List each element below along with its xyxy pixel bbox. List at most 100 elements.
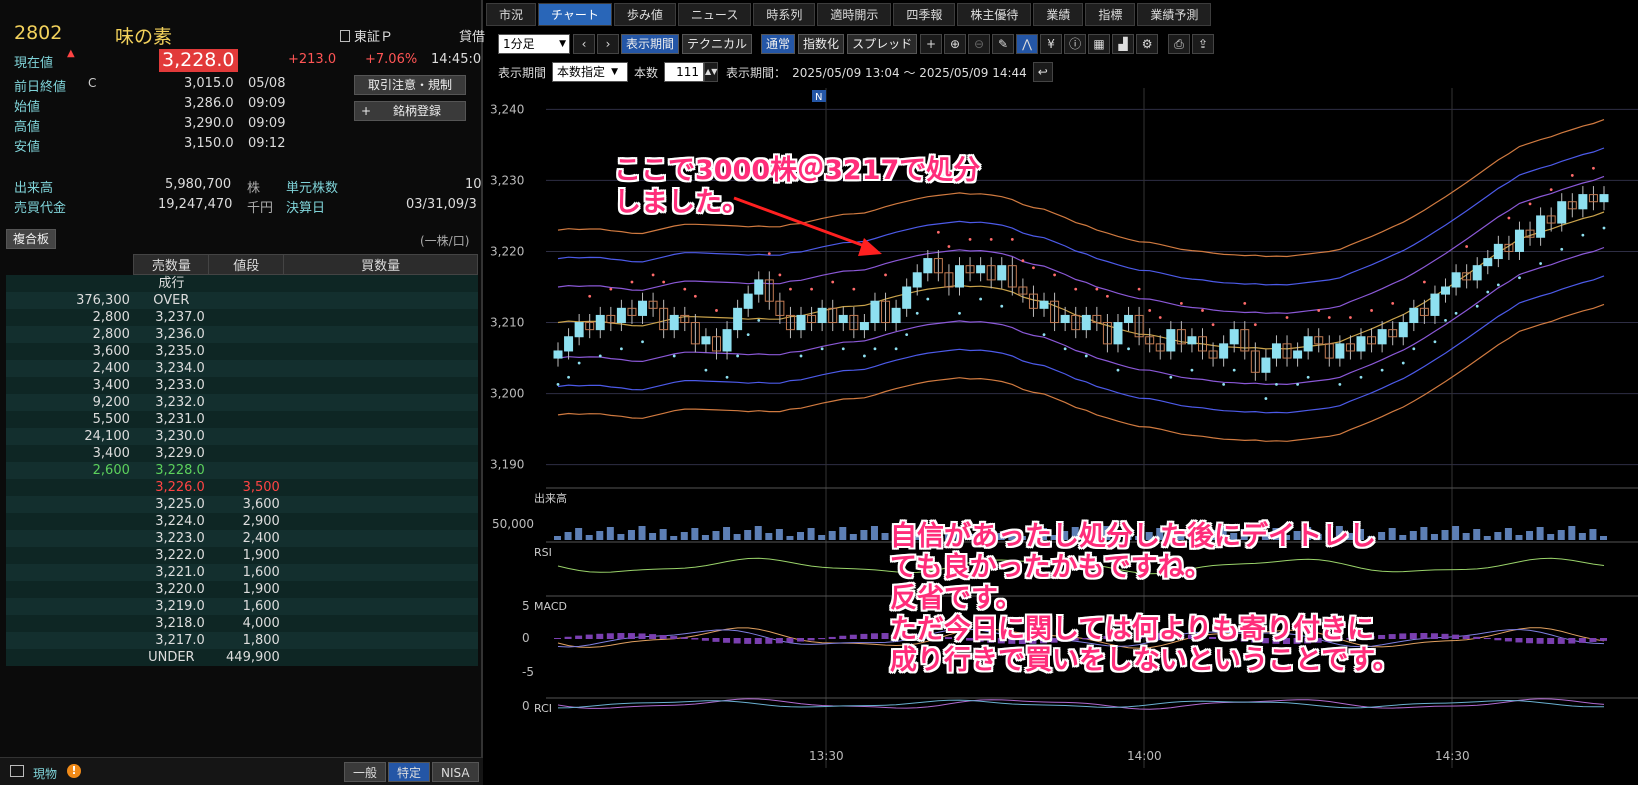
- board-row[interactable]: 3,222.0 1,900: [6, 547, 478, 564]
- board-sell-qty[interactable]: [6, 564, 134, 581]
- account-tab[interactable]: 特定: [388, 762, 431, 782]
- tab-5[interactable]: 適時開示: [817, 3, 892, 26]
- candle-body[interactable]: [1219, 343, 1229, 359]
- return-icon[interactable]: ↩: [1032, 62, 1053, 82]
- board-row[interactable]: 3,220.0 1,900: [6, 581, 478, 598]
- board-row[interactable]: 成行: [6, 274, 478, 292]
- board-price[interactable]: 3,234.0: [133, 360, 209, 377]
- candle-body[interactable]: [1514, 229, 1524, 252]
- board-buy-qty[interactable]: [208, 411, 284, 428]
- candle-body[interactable]: [669, 314, 679, 331]
- board-price[interactable]: 3,218.0: [133, 615, 209, 632]
- board-row[interactable]: 2,800 3,237.0: [6, 309, 478, 326]
- candle-body[interactable]: [743, 293, 753, 309]
- board-sell-qty[interactable]: [6, 581, 134, 598]
- candle-body[interactable]: [1039, 300, 1049, 309]
- board-buy-qty[interactable]: 4,000: [208, 615, 284, 632]
- index-mode-button[interactable]: 指数化: [798, 34, 845, 54]
- candle-body[interactable]: [817, 307, 827, 324]
- tab-10[interactable]: 業績予測: [1137, 3, 1212, 26]
- yen-icon[interactable]: ¥: [1040, 34, 1063, 54]
- board-price[interactable]: 3,237.0: [133, 309, 209, 326]
- board-row[interactable]: 2,600 3,228.0: [6, 462, 478, 479]
- pen-icon[interactable]: ✎: [992, 34, 1015, 54]
- board-buy-qty[interactable]: 1,900: [208, 547, 284, 564]
- candle-body[interactable]: [1472, 265, 1482, 281]
- board-row[interactable]: 24,100 3,230.0: [6, 428, 478, 445]
- register-stock-button[interactable]: + 銘柄登録: [354, 101, 466, 121]
- candle-body[interactable]: [912, 272, 922, 288]
- wrench-icon[interactable]: ⚙: [1136, 34, 1159, 54]
- board-buy-qty[interactable]: [208, 309, 284, 326]
- candle-body[interactable]: [1261, 357, 1271, 373]
- board-sell-qty[interactable]: [6, 615, 134, 632]
- candle-body[interactable]: [976, 265, 986, 274]
- bars-input[interactable]: 111: [664, 62, 705, 82]
- board-row[interactable]: 3,217.0 1,800: [6, 632, 478, 649]
- board-row[interactable]: 3,400 3,229.0: [6, 445, 478, 462]
- candle-body[interactable]: [1483, 258, 1493, 267]
- board-price[interactable]: OVER: [133, 292, 209, 309]
- candle-body[interactable]: [923, 258, 933, 274]
- board-price[interactable]: 成行: [133, 274, 209, 292]
- board-row[interactable]: 9,200 3,232.0: [6, 394, 478, 411]
- candle-body[interactable]: [722, 329, 732, 352]
- board-buy-qty[interactable]: 1,900: [208, 581, 284, 598]
- board-row[interactable]: 3,224.0 2,900: [6, 513, 478, 530]
- board-sell-qty[interactable]: 2,600: [6, 462, 134, 479]
- window-icon[interactable]: [10, 765, 24, 777]
- board-price[interactable]: 3,223.0: [133, 530, 209, 547]
- print-icon[interactable]: ⎙: [1168, 34, 1191, 54]
- board-row[interactable]: 3,221.0 1,600: [6, 564, 478, 581]
- candle-body[interactable]: [1335, 343, 1345, 359]
- candle-body[interactable]: [954, 265, 964, 288]
- board-row[interactable]: 3,400 3,233.0: [6, 377, 478, 394]
- board-price[interactable]: 3,232.0: [133, 394, 209, 411]
- candle-body[interactable]: [574, 322, 584, 338]
- candle-body[interactable]: [1599, 194, 1609, 203]
- candle-body[interactable]: [1303, 336, 1313, 352]
- board-sell-qty[interactable]: [6, 547, 134, 564]
- board-buy-qty[interactable]: 2,900: [208, 513, 284, 530]
- tab-0[interactable]: 市況: [486, 3, 537, 26]
- account-tab[interactable]: NISA: [432, 762, 479, 782]
- board-sell-qty[interactable]: 5,500: [6, 411, 134, 428]
- board-buy-qty[interactable]: 1,800: [208, 632, 284, 649]
- tab-4[interactable]: 時系列: [753, 3, 816, 26]
- candle-body[interactable]: [859, 322, 869, 331]
- board-sell-qty[interactable]: 2,800: [6, 326, 134, 343]
- normal-mode-button[interactable]: 通常: [761, 34, 796, 54]
- board-buy-qty[interactable]: [208, 292, 284, 309]
- board-sell-qty[interactable]: 24,100: [6, 428, 134, 445]
- candle-body[interactable]: [1451, 272, 1461, 288]
- board-price[interactable]: 3,228.0: [133, 462, 209, 479]
- board-row[interactable]: 3,223.0 2,400: [6, 530, 478, 547]
- board-buy-qty[interactable]: 1,600: [208, 564, 284, 581]
- zoom-in-icon[interactable]: ⊕: [944, 34, 967, 54]
- board-price[interactable]: 3,233.0: [133, 377, 209, 394]
- candle-body[interactable]: [891, 307, 901, 324]
- board-buy-qty[interactable]: 2,400: [208, 530, 284, 547]
- board-price[interactable]: 3,222.0: [133, 547, 209, 564]
- board-sell-qty[interactable]: 3,400: [6, 377, 134, 394]
- composite-board-tab[interactable]: 複合板: [6, 229, 56, 249]
- board-sell-qty[interactable]: [6, 496, 134, 513]
- candle-body[interactable]: [1229, 329, 1239, 345]
- candle-body[interactable]: [1081, 314, 1091, 331]
- board-buy-qty[interactable]: [208, 377, 284, 394]
- board-row[interactable]: 3,219.0 1,600: [6, 598, 478, 615]
- board-row[interactable]: 3,226.0 3,500: [6, 479, 478, 496]
- board-buy-qty[interactable]: [208, 360, 284, 377]
- board-buy-qty[interactable]: 449,900: [208, 649, 284, 666]
- board-sell-qty[interactable]: 3,600: [6, 343, 134, 360]
- board-buy-qty[interactable]: [208, 428, 284, 445]
- candle-body[interactable]: [870, 300, 880, 324]
- candle-body[interactable]: [1271, 343, 1281, 359]
- board-buy-qty[interactable]: [208, 343, 284, 360]
- candle-body[interactable]: [997, 265, 1007, 281]
- board-row[interactable]: 2,400 3,234.0: [6, 360, 478, 377]
- candle-body[interactable]: [1557, 201, 1567, 224]
- board-buy-qty[interactable]: 3,500: [208, 479, 284, 496]
- tab-6[interactable]: 四季報: [893, 3, 956, 26]
- zoom-out-icon[interactable]: ⊖: [968, 34, 991, 54]
